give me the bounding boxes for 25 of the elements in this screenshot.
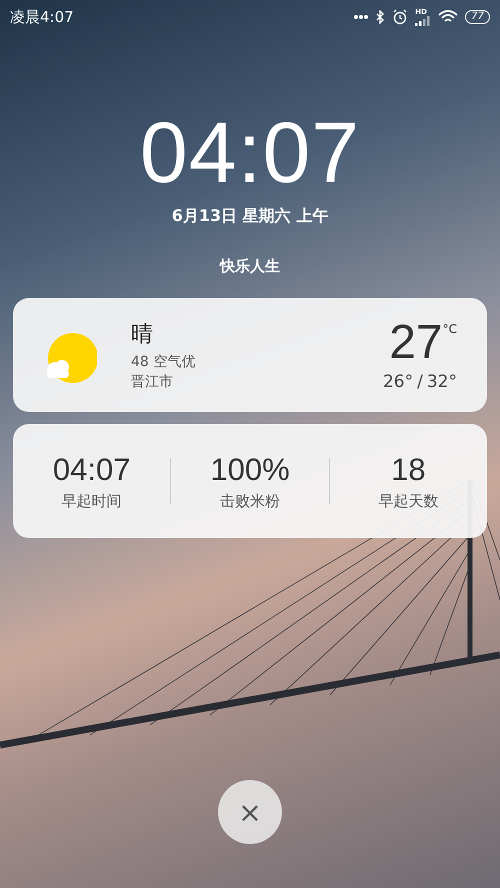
status-time: 凌晨4:07 (10, 8, 74, 26)
alarm-clock-icon (392, 9, 408, 25)
stat-label: 早起时间 (62, 492, 122, 510)
temperature: 27 (389, 318, 443, 368)
range-separator: / (417, 372, 423, 392)
wifi-icon (438, 10, 458, 24)
battery-level: 77 (465, 10, 490, 24)
more-dots-icon (353, 14, 370, 20)
stat-value: 04:07 (52, 452, 130, 488)
city-name: 晋江市 (131, 373, 174, 391)
stat-value: 18 (391, 452, 426, 488)
clock-time: 04:07 (140, 108, 360, 198)
signal-bars-icon (415, 16, 432, 26)
temperature-unit: °C (442, 322, 457, 336)
close-button[interactable]: × (218, 780, 282, 844)
motto-text: 快乐人生 (220, 257, 280, 276)
stat-label: 击败米粉 (220, 492, 280, 510)
bluetooth-icon (376, 10, 386, 24)
air-quality: 48 空气优 (131, 353, 196, 371)
high-temperature: 32° (426, 372, 457, 392)
weather-condition: 晴 (131, 321, 154, 349)
low-temperature: 26° (382, 372, 414, 392)
stat-value: 100% (210, 452, 290, 488)
stat-label: 早起天数 (378, 492, 438, 510)
clock-date: 6月13日 星期六 上午 (172, 206, 328, 227)
